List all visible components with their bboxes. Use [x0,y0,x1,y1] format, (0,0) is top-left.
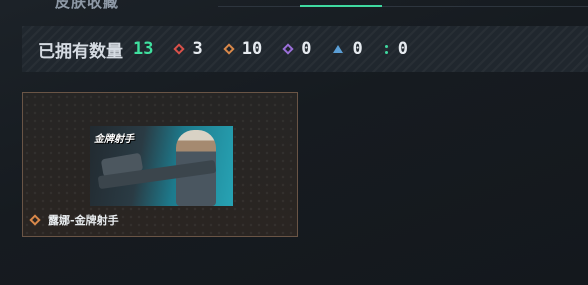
rarity-count-orange: 10 [241,39,263,59]
rarity-stat-purple: 0 [282,39,312,59]
tab-divider [218,6,588,7]
rarity-count-green: 0 [397,39,408,59]
top-tab-strip: 皮肤收藏 [0,0,588,11]
rarity-count-purple: 0 [301,39,312,59]
active-tab-indicator [300,5,382,7]
rarity-count-red: 3 [192,39,203,59]
skin-thumbnail: 金牌射手 [90,126,233,206]
red-diamond-icon [173,43,186,55]
skin-name: 露娜-金牌射手 [48,214,119,227]
purple-diamond-icon [282,43,294,55]
blue-triangle-icon [333,45,344,53]
green-dots-icon [384,44,388,54]
rarity-stat-blue: 0 [333,39,363,59]
rarity-count-blue: 0 [352,39,363,59]
orange-diamond-icon [223,43,235,55]
rarity-stat-green: 0 [384,39,408,59]
skin-card-footer: 露娜-金牌射手 [29,212,119,228]
orange-diamond-icon [29,214,41,226]
owned-stats-bar: 已拥有数量 13 3 10 0 0 0 [22,26,588,72]
skin-thumbnail-logo: 金牌射手 [94,134,134,145]
owned-label: 已拥有数量 [38,41,123,62]
skin-card[interactable]: 金牌射手 露娜-金牌射手 [22,92,298,237]
cut-off-title: 皮肤收藏 [55,0,120,11]
owned-count: 13 [133,39,154,59]
rarity-stat-orange: 10 [223,39,263,59]
rarity-stat-red: 3 [173,39,203,59]
